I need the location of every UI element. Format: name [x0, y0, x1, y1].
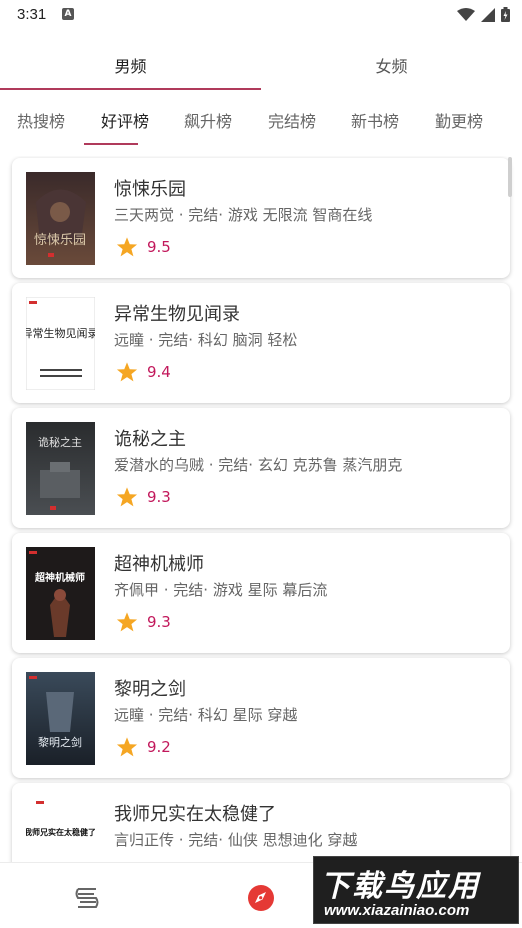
watermark-url: www.xiazainiao.com: [324, 902, 470, 919]
watermark-title: 下载鸟应用: [320, 869, 480, 904]
book-title: 诡秘之主: [114, 429, 186, 450]
rating-value: 9.3: [147, 488, 171, 506]
book-card[interactable]: 我师兄实在太稳健了 我师兄实在太稳健了 言归正传 · 完结· 仙侠 思想迪化 穿…: [12, 783, 510, 862]
status-time: 3:31: [17, 6, 47, 23]
book-meta: 言归正传 · 完结· 仙侠 思想迪化 穿越: [114, 831, 358, 849]
cover-title: 异常生物见闻录: [26, 326, 95, 340]
book-meta: 三天两觉 · 完结· 游戏 无限流 智商在线: [114, 206, 373, 224]
tab-rising[interactable]: 飙升榜: [184, 108, 232, 132]
book-meta: 远瞳 · 完结· 科幻 星际 穿越: [114, 706, 298, 724]
book-title: 我师兄实在太稳健了: [114, 804, 276, 825]
book-card[interactable]: 惊悚乐园 惊悚乐园 三天两觉 · 完结· 游戏 无限流 智商在线 9.5: [12, 158, 510, 278]
tab-male[interactable]: 男频: [0, 44, 261, 90]
tab-top-rated[interactable]: 好评榜: [101, 108, 149, 132]
book-list[interactable]: 惊悚乐园 惊悚乐园 三天两觉 · 完结· 游戏 无限流 智商在线 9.5 异常生…: [0, 156, 522, 862]
book-title: 超神机械师: [114, 554, 204, 575]
book-cover: 我师兄实在太稳健了: [26, 797, 95, 862]
notification-icon: A: [62, 8, 74, 20]
tab-hot-search[interactable]: 热搜榜: [17, 108, 65, 132]
book-cover: 超神机械师: [26, 547, 95, 640]
status-icons: [457, 7, 510, 22]
tab-new-books[interactable]: 新书榜: [351, 108, 399, 132]
star-icon: [116, 362, 138, 382]
watermark: 下载鸟应用 www.xiazainiao.com: [313, 856, 519, 924]
book-title: 惊悚乐园: [114, 179, 186, 200]
book-cover: 异常生物见闻录: [26, 297, 95, 390]
book-cover: 惊悚乐园: [26, 172, 95, 265]
rating: 9.2: [116, 736, 171, 758]
cover-title: 超神机械师: [34, 571, 85, 584]
book-cover: 诡秘之主: [26, 422, 95, 515]
scrollbar-thumb[interactable]: [508, 157, 512, 197]
gender-tabs: 男频 女频: [0, 44, 522, 90]
nav-bookshelf[interactable]: [72, 883, 102, 913]
tab-completed[interactable]: 完结榜: [268, 108, 316, 132]
book-meta: 爱潜水的乌贼 · 完结· 玄幻 克苏鲁 蒸汽朋克: [114, 456, 403, 474]
rating-value: 9.3: [147, 613, 171, 631]
star-icon: [116, 237, 138, 257]
rating-value: 9.4: [147, 363, 171, 381]
book-title: 异常生物见闻录: [114, 304, 240, 325]
cover-title: 诡秘之主: [38, 435, 82, 449]
star-icon: [116, 737, 138, 757]
bookshelf-icon: [75, 888, 99, 908]
book-title: 黎明之剑: [114, 679, 186, 700]
rank-tab-indicator: [84, 143, 138, 145]
star-icon: [116, 612, 138, 632]
status-bar: 3:31 A: [0, 0, 522, 30]
book-card[interactable]: 诡秘之主 诡秘之主 爱潜水的乌贼 · 完结· 玄幻 克苏鲁 蒸汽朋克 9.3: [12, 408, 510, 528]
book-meta: 远瞳 · 完结· 科幻 脑洞 轻松: [114, 331, 298, 349]
book-card[interactable]: 超神机械师 超神机械师 齐佩甲 · 完结· 游戏 星际 幕后流 9.3: [12, 533, 510, 653]
rating: 9.3: [116, 611, 171, 633]
battery-icon: [501, 7, 510, 22]
rank-tabs: 热搜榜 好评榜 飙升榜 完结榜 新书榜 勤更榜: [0, 104, 522, 146]
rating-value: 9.2: [147, 738, 171, 756]
nav-discover[interactable]: [246, 883, 276, 913]
rating: 9.3: [116, 486, 171, 508]
cover-title: 黎明之剑: [38, 735, 82, 749]
cover-title: 我师兄实在太稳健了: [26, 827, 95, 837]
compass-icon: [248, 885, 274, 911]
rating: 9.4: [116, 361, 171, 383]
signal-icon: [481, 7, 495, 22]
tab-frequent-update[interactable]: 勤更榜: [435, 108, 483, 132]
gender-tab-indicator: [0, 88, 261, 90]
star-icon: [116, 487, 138, 507]
book-card[interactable]: 黎明之剑 黎明之剑 远瞳 · 完结· 科幻 星际 穿越 9.2: [12, 658, 510, 778]
cover-title: 惊悚乐园: [34, 233, 86, 248]
rating: 9.5: [116, 236, 171, 258]
book-meta: 齐佩甲 · 完结· 游戏 星际 幕后流: [114, 581, 328, 599]
rating-value: 9.5: [147, 238, 171, 256]
book-cover: 黎明之剑: [26, 672, 95, 765]
book-card[interactable]: 异常生物见闻录 异常生物见闻录 远瞳 · 完结· 科幻 脑洞 轻松 9.4: [12, 283, 510, 403]
tab-female[interactable]: 女频: [261, 44, 522, 90]
wifi-icon: [457, 7, 475, 21]
